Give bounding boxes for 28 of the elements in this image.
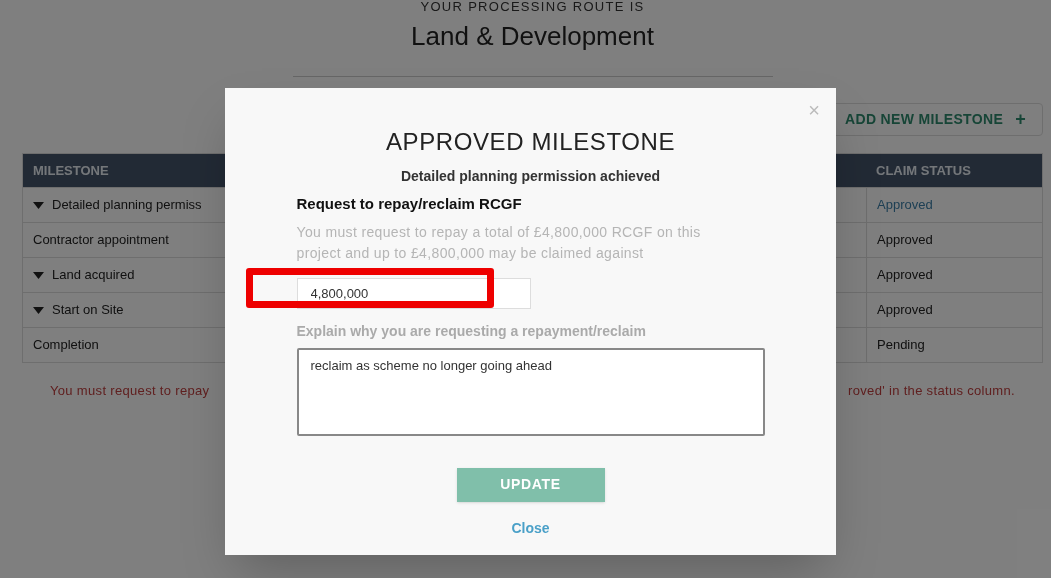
status-link[interactable]: Approved bbox=[877, 195, 933, 215]
caret-down-icon[interactable] bbox=[33, 306, 44, 314]
plus-icon: + bbox=[1015, 106, 1026, 133]
status-cell-text: Approved bbox=[877, 266, 933, 285]
column-header: CLAIM STATUS bbox=[876, 162, 971, 178]
info-text: You must request to repay a total of £4,800,000 RCGF on this project and up to £4,800,000 may be claimed against bbox=[296, 222, 702, 263]
update-button[interactable]: UPDATE bbox=[456, 467, 605, 502]
milestone-cell-text: Land acquired bbox=[52, 266, 135, 285]
modal-title: APPROVED MILESTONE bbox=[385, 127, 676, 157]
field-label: Explain why you are requesting a repayment/reclaim bbox=[296, 321, 647, 341]
caret-down-icon[interactable] bbox=[33, 201, 44, 209]
milestone-cell-text: Detailed planning permiss bbox=[52, 196, 202, 215]
status-cell-text: Approved bbox=[877, 301, 933, 320]
route-label: YOUR PROCESSING ROUTE IS bbox=[420, 0, 645, 13]
status-cell-text: Pending bbox=[877, 336, 925, 355]
caret-down-icon[interactable] bbox=[33, 271, 44, 279]
section-heading: Request to repay/reclaim RCGF bbox=[296, 194, 523, 214]
notice-text: You must request to repay bbox=[50, 382, 210, 400]
milestone-cell-text: Contractor appointment bbox=[33, 231, 169, 250]
status-cell-text: Approved bbox=[877, 231, 933, 250]
milestone-cell-text: Start on Site bbox=[52, 301, 124, 320]
close-link[interactable]: Close bbox=[511, 517, 550, 539]
column-header: MILESTONE bbox=[33, 162, 109, 178]
reason-field[interactable]: reclaim as scheme no longer going ahead bbox=[296, 347, 765, 436]
route-title: Land & Development bbox=[411, 20, 654, 53]
notice-text: roved' in the status column. bbox=[848, 382, 1015, 400]
modal-subtitle: Detailed planning permission achieved bbox=[400, 167, 661, 186]
milestone-cell-text: Completion bbox=[33, 336, 99, 355]
